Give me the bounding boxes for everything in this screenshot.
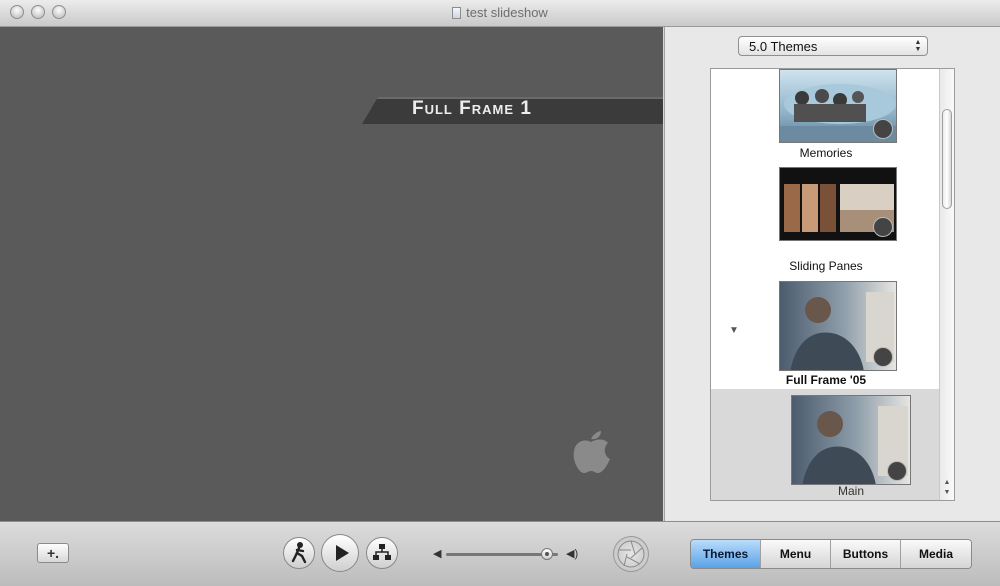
document-icon <box>452 7 462 19</box>
theme-set-value: 5.0 Themes <box>749 39 818 54</box>
theme-label: Memories <box>799 146 853 160</box>
tab-menu[interactable]: Menu <box>761 540 831 568</box>
play-button[interactable] <box>321 534 359 572</box>
theme-thumbnail <box>779 69 897 143</box>
pane-switcher: Themes Menu Buttons Media <box>690 539 972 569</box>
theme-label: Main <box>837 484 864 498</box>
burn-button[interactable] <box>613 536 649 572</box>
theme-label: Sliding Panes <box>789 259 863 273</box>
tab-media[interactable]: Media <box>901 540 971 568</box>
bottom-toolbar: +. ◀ ◀) Themes Menu Buttons Media <box>0 521 1000 586</box>
aperture-icon <box>617 540 645 568</box>
motion-badge-icon <box>873 217 893 237</box>
disclosure-triangle-icon[interactable]: ▼ <box>729 325 739 336</box>
menu-preview[interactable]: Full Frame 1 <box>0 27 663 521</box>
motion-badge-icon <box>873 347 893 367</box>
theme-list-scrollbar[interactable]: ▲ ▼ <box>939 69 954 500</box>
scroll-up-arrow-icon[interactable]: ▲ <box>940 478 954 488</box>
themes-pane: 5.0 Themes ▲ ▼ Memories Sliding Panes ▼ … <box>664 27 1000 521</box>
theme-label: Full Frame '05 <box>785 373 867 387</box>
add-item-button[interactable]: +. <box>37 543 69 563</box>
window-title-text: test slideshow <box>466 5 548 20</box>
volume-high-icon: ◀) <box>566 548 579 560</box>
scrollbar-thumb[interactable] <box>942 109 952 209</box>
theme-item-main[interactable]: Main <box>711 389 941 500</box>
theme-set-popup[interactable]: 5.0 Themes ▲ ▼ <box>738 36 928 56</box>
motion-badge-icon <box>873 119 893 139</box>
app-window: test slideshow Full Frame 1 5.0 Themes ▲… <box>0 0 1000 586</box>
motion-button[interactable] <box>283 537 315 569</box>
volume-slider-knob[interactable] <box>540 548 553 560</box>
popup-arrows-icon: ▲ ▼ <box>914 39 922 53</box>
scroll-down-arrow-icon[interactable]: ▼ <box>940 488 954 498</box>
apple-logo-icon <box>573 431 610 473</box>
theme-thumbnail <box>779 167 897 241</box>
play-icon <box>336 545 349 561</box>
volume-low-icon: ◀ <box>433 548 442 560</box>
theme-thumbnail <box>779 281 897 371</box>
map-view-button[interactable] <box>366 537 398 569</box>
tab-themes[interactable]: Themes <box>691 540 761 568</box>
window-title: test slideshow <box>0 5 1000 20</box>
map-hierarchy-icon <box>373 544 391 560</box>
title-bar: test slideshow <box>0 0 1000 27</box>
tab-buttons[interactable]: Buttons <box>831 540 901 568</box>
theme-thumbnail <box>791 395 911 485</box>
walking-man-icon <box>291 542 307 564</box>
banner-title: Full Frame 1 <box>412 98 532 119</box>
preview-banner: Full Frame 1 <box>362 97 663 124</box>
theme-list: Memories Sliding Panes ▼ Full Frame '05 … <box>710 68 955 501</box>
motion-badge-icon <box>887 461 907 481</box>
